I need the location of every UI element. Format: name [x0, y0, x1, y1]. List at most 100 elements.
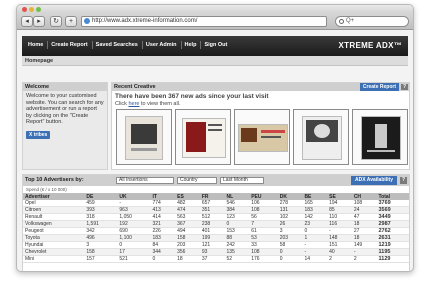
creative-thumbnail[interactable]: [293, 109, 349, 165]
table-row[interactable]: Volkswagen 1,591 192 321 367 238 0 7 26 23 116 18 29…: [23, 220, 409, 229]
view-all-link[interactable]: here: [128, 101, 139, 107]
top-advertisers-title: Top 10 Advertisers by:: [25, 177, 84, 183]
total-cell: 1129: [376, 255, 409, 264]
nav-saved-searches[interactable]: Saved Searches: [91, 41, 141, 49]
advertiser-name-cell[interactable]: Hyundai: [23, 241, 85, 250]
country-value-cell: 27: [351, 227, 377, 236]
table-row[interactable]: Renault 318 1,050 414 563 512 123 56 102 142 110 47…: [23, 213, 409, 222]
country-value-cell: 963: [117, 206, 151, 215]
reload-icon: ↻: [53, 18, 59, 25]
column-header[interactable]: ES: [175, 193, 200, 200]
total-cell: 3449: [376, 213, 409, 222]
country-value-cell: 14: [302, 255, 328, 264]
country-value-cell: 123: [224, 213, 250, 222]
nav-user-admin[interactable]: User Admin: [141, 41, 180, 49]
column-header[interactable]: Advertiser: [23, 193, 85, 200]
country-value-cell: 494: [175, 227, 200, 236]
country-value-cell: 1,100: [117, 234, 151, 243]
country-value-cell: 149: [351, 241, 377, 250]
country-select[interactable]: Country: [177, 177, 217, 184]
help-icon[interactable]: ?: [401, 84, 408, 90]
close-window-button[interactable]: [22, 7, 27, 12]
country-value-cell: 26: [277, 220, 303, 229]
country-value-cell: 18: [175, 255, 200, 264]
availability-button[interactable]: ADX Availability: [351, 176, 397, 185]
column-header[interactable]: BE: [302, 193, 328, 200]
title-bar: [17, 5, 413, 13]
table-row[interactable]: Toyota 496 1,100 183 158 199 88 53 203 1 148 18 2631: [23, 234, 409, 243]
click-prefix: Click: [115, 101, 129, 107]
advertiser-name-cell[interactable]: Peugeot: [23, 227, 85, 236]
table-row[interactable]: Peugeot 342 690 226 494 401 153 61 3 0-27 2762: [23, 227, 409, 236]
country-value-cell: 33: [249, 241, 278, 250]
country-value-cell: 58: [277, 241, 303, 250]
tribes-button[interactable]: X tribes: [26, 130, 51, 139]
add-bookmark-button[interactable]: +: [65, 16, 77, 27]
table-row[interactable]: Chevrolet 158 17 344 356 93 135 108 0-40-1195: [23, 248, 409, 257]
column-header[interactable]: CH: [351, 193, 377, 200]
advertiser-name-cell[interactable]: Renault: [23, 213, 85, 222]
creative-thumbnail[interactable]: [352, 109, 408, 165]
country-value-cell: 151: [327, 241, 352, 250]
country-value-cell: 1: [302, 234, 328, 243]
table-row[interactable]: Citroen 393 963 413 474 351 384 108 131 183 85 24 35…: [23, 206, 409, 215]
brand-logo[interactable]: XTREME ADX™: [339, 41, 402, 50]
country-value-cell: 148: [327, 234, 352, 243]
nav-create-report[interactable]: Create Report: [47, 41, 90, 49]
advertiser-name-cell[interactable]: Toyota: [23, 234, 85, 243]
address-text: http://www.adx.xtreme-information.com/: [92, 18, 198, 24]
country-value-cell: 53: [249, 234, 278, 243]
insertions-select[interactable]: All Insertions: [116, 177, 174, 184]
globe-icon: [84, 18, 90, 24]
column-header[interactable]: Total: [376, 193, 409, 200]
column-header[interactable]: FR: [199, 193, 225, 200]
country-value-cell: 192: [117, 220, 151, 229]
minimize-window-button[interactable]: [29, 7, 34, 12]
address-bar[interactable]: http://www.adx.xtreme-information.com/: [81, 16, 327, 27]
total-cell: 2987: [376, 220, 409, 229]
table-row[interactable]: Mini 157 521 0 18 37 52 176 0 14 2 2 1129: [23, 255, 409, 264]
nav-home[interactable]: Home: [25, 41, 46, 49]
country-value-cell: 657: [199, 200, 225, 208]
help-icon[interactable]: ?: [400, 177, 407, 184]
column-header[interactable]: IT: [150, 193, 176, 200]
advertiser-name-cell[interactable]: Volkswagen: [23, 220, 85, 229]
creative-thumbnail[interactable]: [175, 109, 231, 165]
country-value-cell: 321: [150, 220, 176, 229]
column-header[interactable]: PEU: [249, 193, 278, 200]
creative-thumbnail[interactable]: [116, 109, 172, 165]
country-value-cell: 142: [302, 213, 328, 222]
reload-button[interactable]: ↻: [50, 16, 62, 27]
maximize-window-button[interactable]: [36, 7, 41, 12]
advertiser-name-cell[interactable]: Mini: [23, 255, 85, 264]
country-value-cell: 0: [117, 241, 151, 250]
column-header[interactable]: DK: [277, 193, 303, 200]
period-select[interactable]: Last Month: [220, 177, 264, 184]
country-value-cell: 563: [175, 213, 200, 222]
table-row[interactable]: Opel 459-774 482 657 546 106 278 165 194 108 3769: [23, 200, 409, 208]
creative-thumbnail[interactable]: [234, 109, 290, 165]
country-value-cell: 0: [277, 248, 303, 257]
country-value-cell: 56: [249, 213, 278, 222]
nav-sign-out[interactable]: Sign Out: [200, 41, 230, 49]
table-row[interactable]: Hyundai 3 0 84 203 121 242 33 58-151 149 1219: [23, 241, 409, 250]
country-value-cell: 512: [199, 213, 225, 222]
forward-button[interactable]: ▸: [33, 16, 45, 27]
advertiser-name-cell[interactable]: Citroen: [23, 206, 85, 215]
column-header[interactable]: NL: [224, 193, 250, 200]
country-value-cell: -: [302, 241, 328, 250]
country-value-cell: 61: [249, 227, 278, 236]
country-value-cell: 3: [277, 227, 303, 236]
column-header[interactable]: DE: [84, 193, 118, 200]
advertiser-name-cell[interactable]: Chevrolet: [23, 248, 85, 257]
column-header[interactable]: UK: [117, 193, 151, 200]
country-value-cell: 690: [117, 227, 151, 236]
browser-search-field[interactable]: Q+: [335, 16, 409, 27]
create-report-button[interactable]: Create Report: [359, 83, 399, 91]
country-value-cell: 7: [249, 220, 278, 229]
back-button[interactable]: ◂: [21, 16, 33, 27]
welcome-text: Welcome to your customised website. You …: [26, 93, 104, 125]
nav-help[interactable]: Help: [180, 41, 200, 49]
advertiser-name-cell[interactable]: Opel: [23, 200, 85, 208]
column-header[interactable]: SE: [327, 193, 352, 200]
